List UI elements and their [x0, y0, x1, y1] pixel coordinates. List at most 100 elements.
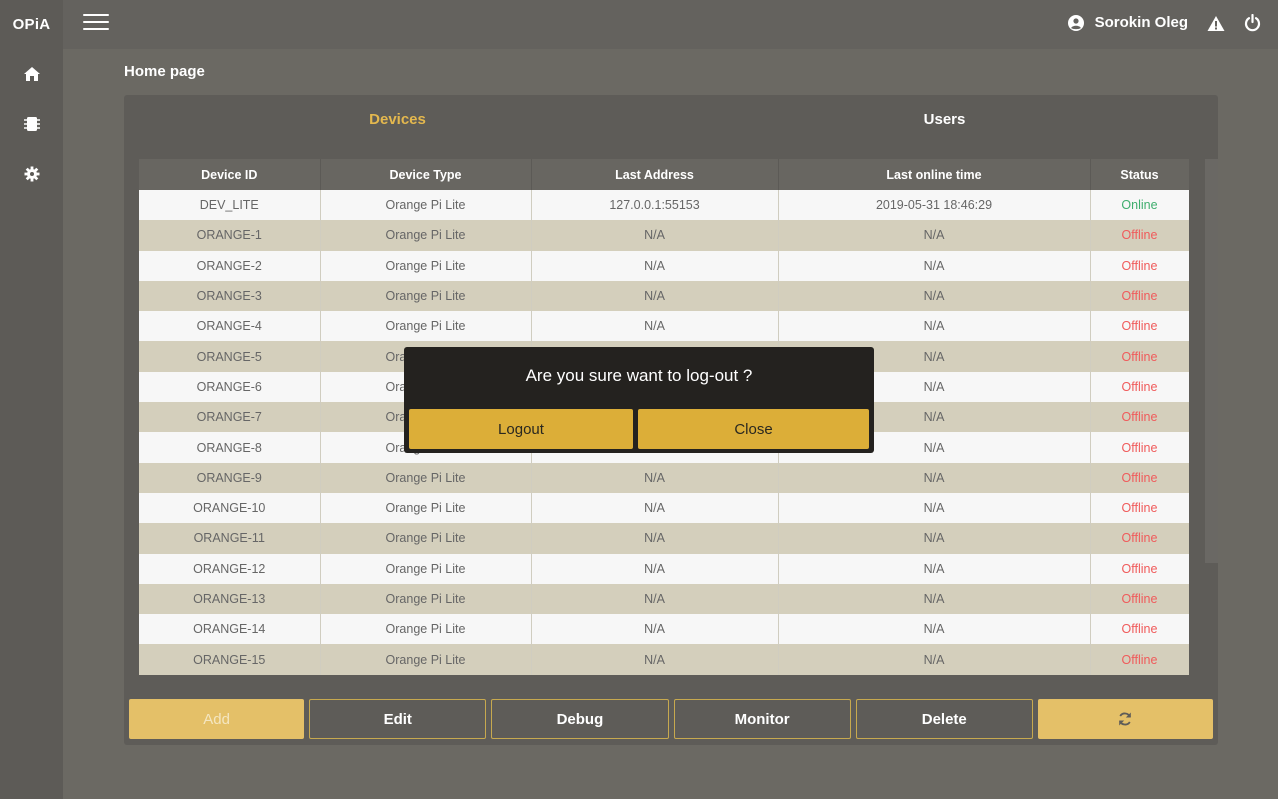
cell-device-type: Orange Pi Lite — [320, 614, 532, 645]
cell-device-type: Orange Pi Lite — [320, 280, 532, 312]
cell-last-address: N/A — [531, 220, 779, 251]
cell-device-type: Orange Pi Lite — [320, 553, 532, 584]
cell-status: Offline — [1090, 432, 1189, 463]
cell-last-online-time: N/A — [778, 614, 1091, 645]
topbar: Sorokin Oleg — [63, 0, 1278, 49]
column-header-device-id[interactable]: Device ID — [139, 159, 321, 190]
cell-status: Offline — [1090, 492, 1189, 524]
user-menu[interactable]: Sorokin Oleg — [1067, 14, 1188, 31]
column-header-last-online-time[interactable]: Last online time — [778, 159, 1091, 190]
monitor-button[interactable]: Monitor — [673, 699, 851, 739]
cell-last-address: N/A — [531, 462, 779, 493]
user-circle-icon — [1067, 14, 1084, 31]
cell-device-type: Orange Pi Lite — [320, 523, 532, 554]
table-row[interactable]: ORANGE-2 Orange Pi Lite N/A N/A Offline — [139, 250, 1189, 281]
cell-device-id: ORANGE-10 — [139, 492, 321, 524]
cell-last-online-time: N/A — [778, 523, 1091, 554]
sidebar-item-devices[interactable] — [0, 99, 63, 149]
edit-button[interactable]: Edit — [309, 699, 487, 739]
cell-status: Offline — [1090, 220, 1189, 251]
cell-device-type: Orange Pi Lite — [320, 462, 532, 493]
close-button[interactable]: Close — [638, 409, 869, 449]
cell-last-online-time: N/A — [778, 553, 1091, 584]
tab-devices[interactable]: Devices — [124, 111, 671, 128]
table-header-row: Device ID Device Type Last Address Last … — [139, 159, 1189, 190]
cell-device-id: ORANGE-7 — [139, 402, 321, 433]
cell-device-id: ORANGE-12 — [139, 553, 321, 584]
cell-device-id: ORANGE-11 — [139, 523, 321, 554]
cell-last-online-time: N/A — [778, 462, 1091, 493]
page-title: Home page — [124, 63, 205, 80]
cell-status: Offline — [1090, 644, 1189, 675]
table-row[interactable]: ORANGE-1 Orange Pi Lite N/A N/A Offline — [139, 220, 1189, 251]
cell-last-online-time: N/A — [778, 644, 1091, 675]
warning-icon[interactable] — [1207, 15, 1225, 32]
column-header-last-address[interactable]: Last Address — [531, 159, 779, 190]
brand-logo[interactable]: OPiA — [0, 0, 63, 49]
cell-device-id: ORANGE-2 — [139, 250, 321, 281]
gear-icon — [24, 166, 39, 182]
cell-last-online-time: N/A — [778, 492, 1091, 524]
scrollbar[interactable] — [1205, 159, 1218, 563]
cell-status: Offline — [1090, 583, 1189, 615]
cell-device-id: ORANGE-3 — [139, 280, 321, 312]
cell-device-type: Orange Pi Lite — [320, 311, 532, 342]
cell-device-type: Orange Pi Lite — [320, 190, 532, 221]
cell-last-online-time: N/A — [778, 280, 1091, 312]
cell-last-address: N/A — [531, 644, 779, 675]
user-name: Sorokin Oleg — [1094, 14, 1188, 31]
cell-device-id: ORANGE-15 — [139, 644, 321, 675]
cell-status: Offline — [1090, 553, 1189, 584]
cell-status: Offline — [1090, 462, 1189, 493]
menu-icon[interactable] — [83, 14, 109, 34]
table-row[interactable]: ORANGE-4 Orange Pi Lite N/A N/A Offline — [139, 311, 1189, 342]
table-row[interactable]: ORANGE-3 Orange Pi Lite N/A N/A Offline — [139, 280, 1189, 312]
cell-status: Offline — [1090, 311, 1189, 342]
column-header-device-type[interactable]: Device Type — [320, 159, 532, 190]
delete-button[interactable]: Delete — [855, 699, 1033, 739]
cell-device-type: Orange Pi Lite — [320, 644, 532, 675]
cell-last-address: N/A — [531, 250, 779, 281]
column-header-status[interactable]: Status — [1090, 159, 1189, 190]
table-row[interactable]: ORANGE-14 Orange Pi Lite N/A N/A Offline — [139, 614, 1189, 645]
debug-button[interactable]: Debug — [491, 699, 669, 739]
cell-device-id: ORANGE-6 — [139, 371, 321, 403]
table-row[interactable]: ORANGE-11 Orange Pi Lite N/A N/A Offline — [139, 523, 1189, 554]
sidebar-item-home[interactable] — [0, 49, 63, 99]
table-row[interactable]: ORANGE-12 Orange Pi Lite N/A N/A Offline — [139, 553, 1189, 584]
cell-device-id: ORANGE-1 — [139, 220, 321, 251]
logout-button[interactable]: Logout — [409, 409, 633, 449]
refresh-button[interactable] — [1037, 699, 1214, 739]
cell-last-address: 127.0.0.1:55153 — [531, 190, 779, 221]
cell-status: Offline — [1090, 341, 1189, 372]
cell-last-online-time: 2019-05-31 18:46:29 — [778, 190, 1091, 221]
cell-status: Offline — [1090, 523, 1189, 554]
chip-icon — [23, 117, 40, 131]
cell-device-id: ORANGE-8 — [139, 432, 321, 463]
tab-users[interactable]: Users — [671, 111, 1218, 128]
logout-dialog: Are you sure want to log-out ? Logout Cl… — [404, 347, 874, 453]
tab-bar: Devices Users — [124, 95, 1218, 155]
cell-status: Offline — [1090, 371, 1189, 403]
cell-last-address: N/A — [531, 492, 779, 524]
cell-status: Offline — [1090, 280, 1189, 312]
cell-last-online-time: N/A — [778, 311, 1091, 342]
table-row[interactable]: DEV_LITE Orange Pi Lite 127.0.0.1:55153 201… — [139, 190, 1189, 221]
cell-status: Online — [1090, 190, 1189, 221]
action-bar: Add Edit Debug Monitor Delete — [129, 699, 1214, 739]
table-row[interactable]: ORANGE-10 Orange Pi Lite N/A N/A Offline — [139, 492, 1189, 524]
power-icon[interactable] — [1244, 14, 1261, 32]
table-row[interactable]: ORANGE-15 Orange Pi Lite N/A N/A Offline — [139, 644, 1189, 675]
cell-last-address: N/A — [531, 280, 779, 312]
add-button[interactable]: Add — [129, 699, 305, 739]
cell-last-address: N/A — [531, 614, 779, 645]
cell-device-id: ORANGE-13 — [139, 583, 321, 615]
table-row[interactable]: ORANGE-9 Orange Pi Lite N/A N/A Offline — [139, 462, 1189, 493]
table-row[interactable]: ORANGE-13 Orange Pi Lite N/A N/A Offline — [139, 583, 1189, 615]
cell-device-type: Orange Pi Lite — [320, 250, 532, 281]
cell-last-address: N/A — [531, 583, 779, 615]
cell-last-address: N/A — [531, 553, 779, 584]
home-icon — [23, 67, 40, 81]
sidebar-item-settings[interactable] — [0, 149, 63, 199]
cell-last-address: N/A — [531, 523, 779, 554]
